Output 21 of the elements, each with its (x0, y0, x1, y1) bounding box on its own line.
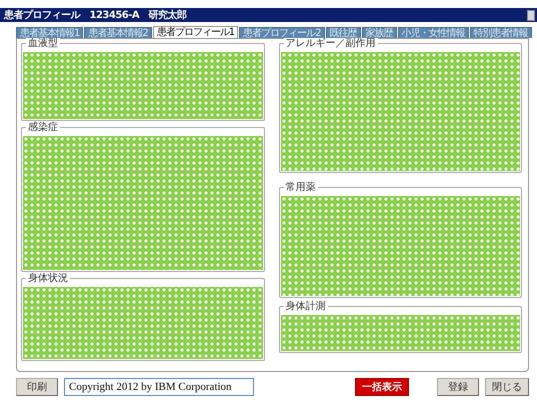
tab[interactable]: 患者プロフィール2 (239, 27, 324, 38)
group-label: 常用薬 (284, 182, 318, 193)
tab[interactable]: 家族歴 (362, 27, 396, 38)
group-label: 血液型 (26, 38, 60, 49)
group-label: アレルギー／副作用 (284, 38, 378, 49)
action-button[interactable]: 閉じる (485, 378, 529, 396)
tab[interactable]: 特別患者情報 (470, 27, 532, 38)
tab[interactable]: 患者基本情報2 (84, 27, 152, 38)
tab[interactable]: 小児・女性情報 (398, 27, 468, 38)
tab[interactable]: 患者プロフィール1 (152, 26, 238, 38)
tab[interactable]: 患者基本情報1 (16, 27, 84, 38)
print-button[interactable]: 印刷 (16, 378, 58, 396)
action-button[interactable]: 一括表示 (355, 378, 409, 396)
group-label: 感染症 (26, 122, 60, 133)
action-button[interactable]: 登録 (437, 378, 479, 396)
tab[interactable]: 既往歴 (326, 27, 360, 38)
group-label: 身体状況 (26, 272, 70, 284)
window-title: 患者プロフィール 123456-A 研究太郎 (4, 8, 187, 22)
copyright-field[interactable]: Copyright 2012 by IBM Corporation (64, 378, 254, 396)
group-label: 身体計測 (284, 301, 328, 312)
window-control-icon[interactable] (527, 10, 535, 20)
